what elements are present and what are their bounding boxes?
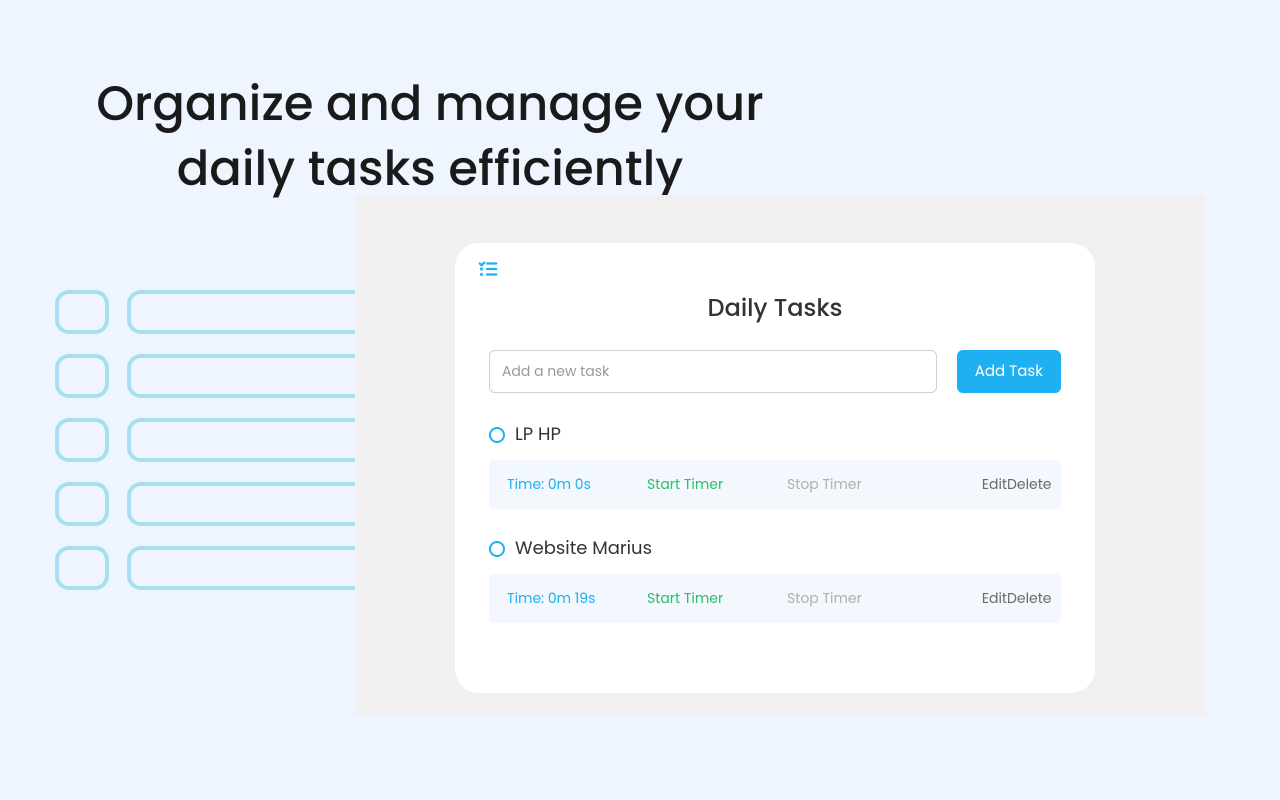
task-action-bar: Time: 0m 0s Start Timer Stop Timer Edit …	[489, 460, 1061, 509]
task-name: Website Marius	[515, 535, 652, 562]
task-complete-radio[interactable]	[489, 427, 505, 443]
edit-task-button[interactable]: Edit	[927, 474, 1007, 495]
delete-task-button[interactable]: Delete	[1007, 474, 1051, 495]
delete-task-button[interactable]: Delete	[1007, 588, 1051, 609]
task-action-bar: Time: 0m 19s Start Timer Stop Timer Edit…	[489, 574, 1061, 623]
task-name: LP HP	[515, 421, 561, 448]
add-task-button[interactable]: Add Task	[957, 350, 1061, 393]
stop-timer-button[interactable]: Stop Timer	[787, 588, 927, 609]
task-time-label: Time: 0m 0s	[507, 474, 647, 495]
page-headline: Organize and manage your daily tasks eff…	[90, 72, 770, 202]
task-complete-radio[interactable]	[489, 541, 505, 557]
start-timer-button[interactable]: Start Timer	[647, 588, 787, 609]
task-time-label: Time: 0m 19s	[507, 588, 647, 609]
add-task-input[interactable]	[489, 350, 937, 393]
daily-tasks-card: Daily Tasks Add Task LP HP Time: 0m 0s S…	[455, 243, 1095, 693]
task-item: Website Marius Time: 0m 19s Start Timer …	[489, 535, 1061, 623]
card-title: Daily Tasks	[489, 291, 1061, 326]
edit-task-button[interactable]: Edit	[927, 588, 1007, 609]
app-preview-frame: Daily Tasks Add Task LP HP Time: 0m 0s S…	[355, 195, 1205, 715]
checklist-icon	[455, 243, 521, 295]
add-task-row: Add Task	[489, 350, 1061, 393]
stop-timer-button[interactable]: Stop Timer	[787, 474, 927, 495]
start-timer-button[interactable]: Start Timer	[647, 474, 787, 495]
task-item: LP HP Time: 0m 0s Start Timer Stop Timer…	[489, 421, 1061, 509]
